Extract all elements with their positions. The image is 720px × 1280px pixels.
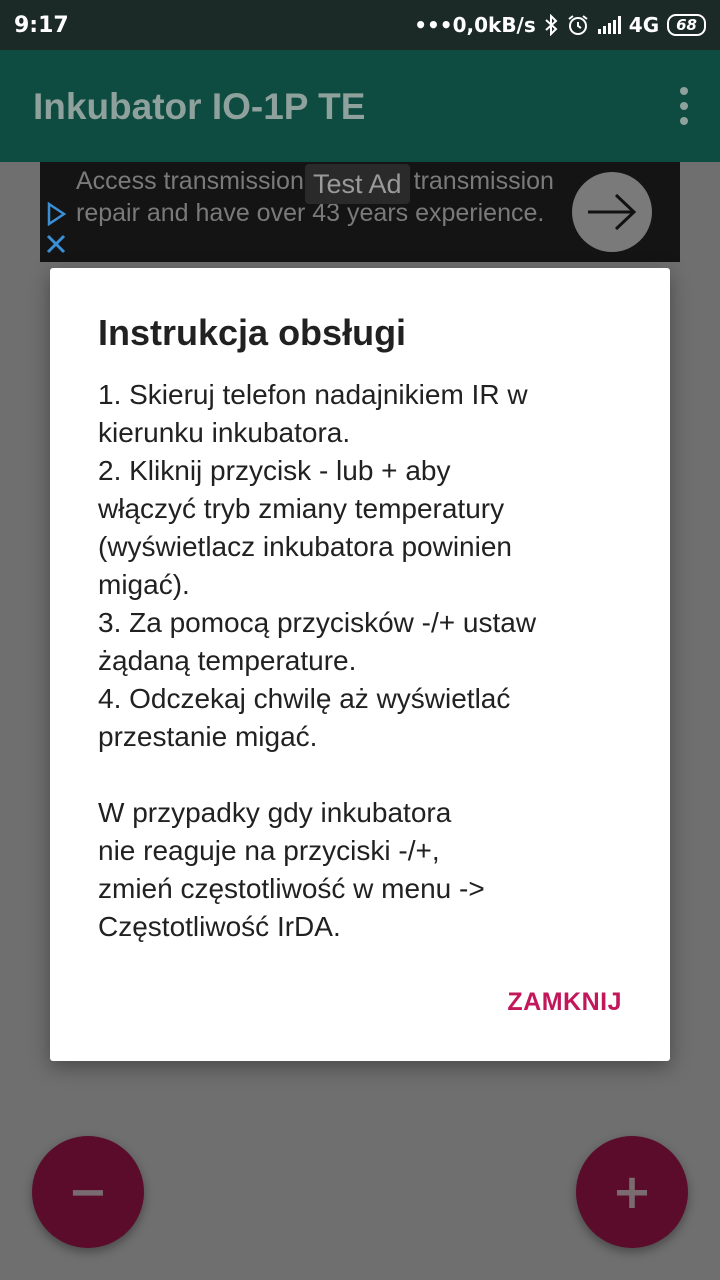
overflow-menu-icon[interactable] xyxy=(678,87,690,125)
arrow-right-icon xyxy=(588,193,637,231)
decrease-temperature-button[interactable]: − xyxy=(32,1136,144,1248)
close-button[interactable]: ZAMKNIJ xyxy=(507,988,622,1017)
instruction-line: włączyć tryb zmiany temperatury xyxy=(98,493,505,524)
increase-temperature-button[interactable]: + xyxy=(576,1136,688,1248)
note-line: zmień częstotliwość w menu -> xyxy=(98,873,485,904)
dialog-message: 1. Skieruj telefon nadajnikiem IR w kier… xyxy=(98,376,638,946)
status-icons: •••0,0kB/s 4G 68 xyxy=(414,13,706,37)
signal-icon xyxy=(597,16,621,34)
battery-icon: 68 xyxy=(667,14,706,36)
note-line: W przypadky gdy inkubatora xyxy=(98,797,452,828)
instruction-line: żądaną temperature. xyxy=(98,645,357,676)
ad-close-icon[interactable] xyxy=(44,232,68,256)
status-time: 9:17 xyxy=(14,12,69,38)
ad-banner[interactable]: Access transmission trades in transmissi… xyxy=(40,162,680,262)
instructions-dialog: Instrukcja obsługi 1. Skieruj telefon na… xyxy=(50,268,670,1061)
app-bar: Inkubator IO-1P TE xyxy=(0,50,720,162)
instruction-line: 3. Za pomocą przycisków -/+ ustaw xyxy=(98,607,537,638)
instruction-line: kierunku inkubatora. xyxy=(98,417,351,448)
network-speed: •••0,0kB/s xyxy=(414,13,536,37)
instruction-line: (wyświetlacz inkubatora powinien xyxy=(98,531,512,562)
instruction-line: 2. Kliknij przycisk - lub + aby xyxy=(98,455,451,486)
adchoices-icon[interactable] xyxy=(44,202,68,226)
note-line: nie reaguje na przyciski -/+, xyxy=(98,835,440,866)
instruction-line: 4. Odczekaj chwilę aż wyświetlać xyxy=(98,683,511,714)
instruction-line: migać). xyxy=(98,569,190,600)
note-line: Częstotliwość IrDA. xyxy=(98,911,341,942)
instruction-line: przestanie migać. xyxy=(98,721,318,752)
ad-cta-button[interactable] xyxy=(572,172,652,252)
instruction-line: 1. Skieruj telefon nadajnikiem IR w xyxy=(98,379,528,410)
alarm-icon xyxy=(568,15,588,35)
status-bar: 9:17 •••0,0kB/s 4G 68 xyxy=(0,0,720,50)
dialog-title: Instrukcja obsługi xyxy=(98,312,407,353)
network-type: 4G xyxy=(628,13,660,37)
test-ad-label: Test Ad xyxy=(305,164,410,204)
bluetooth-icon xyxy=(545,14,558,36)
app-title: Inkubator IO-1P TE xyxy=(33,86,366,127)
